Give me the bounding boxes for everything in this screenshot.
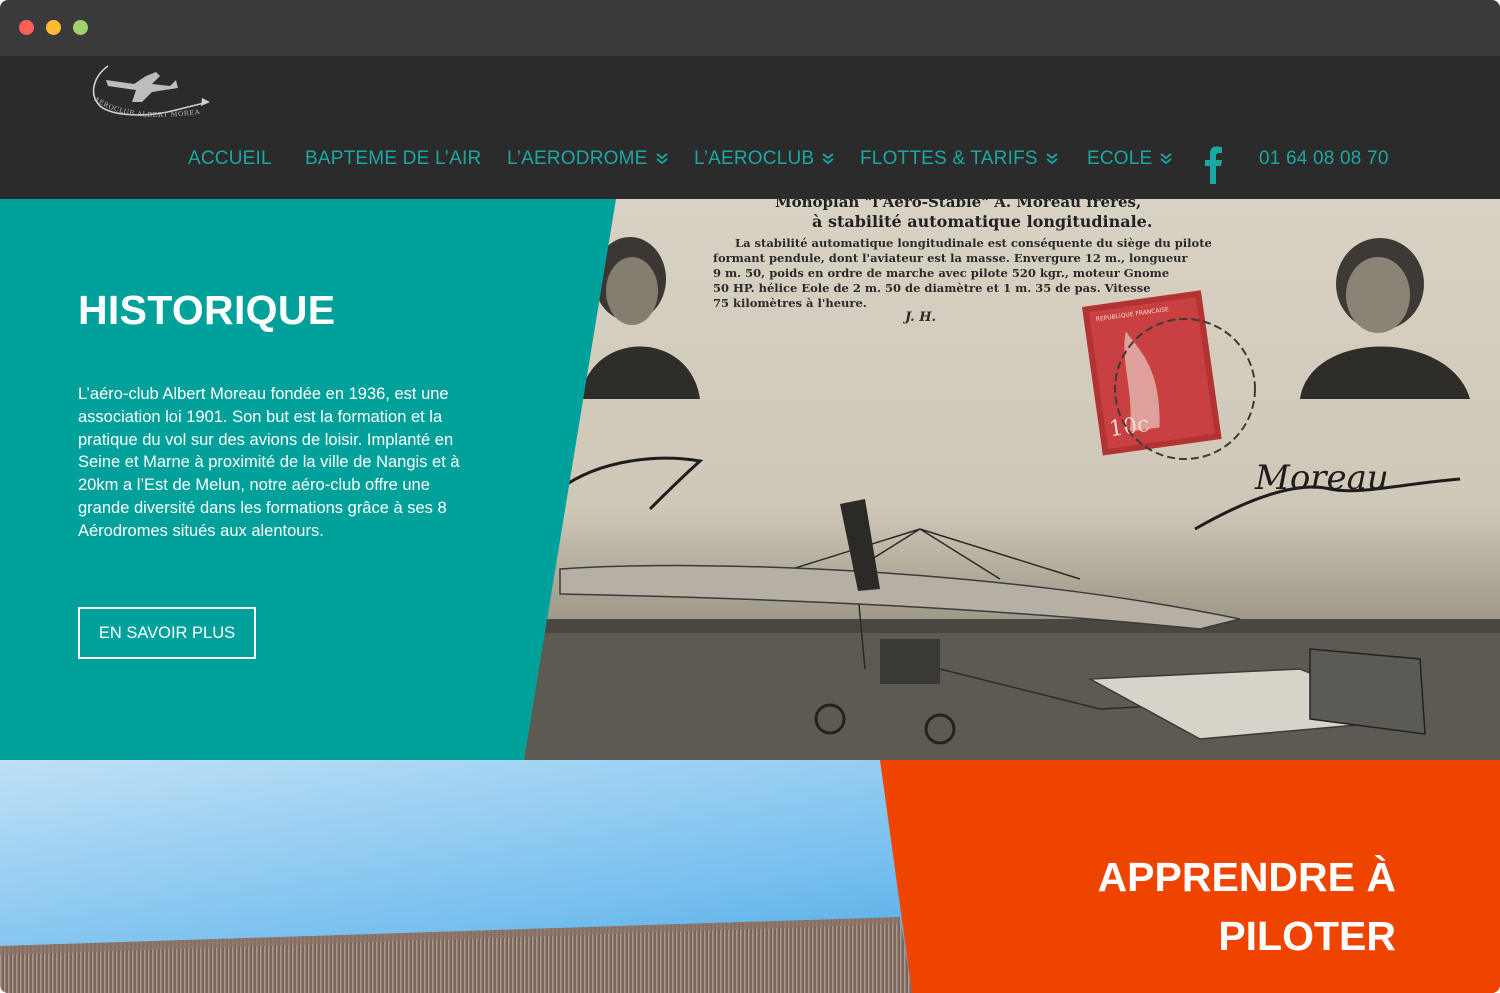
nav-item-label: L’AEROCLUB (694, 148, 815, 169)
historique-description: L’aéro-club Albert Moreau fondée en 1936… (78, 385, 460, 540)
title-line-1: APPRENDRE À (1097, 854, 1396, 900)
apprendre-piloter-section: APPRENDRE À PILOTER (0, 760, 1500, 993)
nav-item-flottes-tarifs[interactable]: FLOTTES & TARIFS (860, 148, 1058, 170)
double-chevron-down-icon (1046, 153, 1058, 165)
apprendre-piloter-title: APPRENDRE À PILOTER (976, 848, 1396, 966)
nav-item-ecole[interactable]: ECOLE (1087, 148, 1172, 170)
nav-item-aeroclub[interactable]: L’AEROCLUB (694, 148, 834, 170)
browser-window: AEROCLUB ALBERT MOREAU ACCUEIL BAPTEME D… (0, 0, 1500, 993)
minimize-window-button[interactable] (46, 20, 61, 35)
window-titlebar (0, 0, 1500, 56)
nav-item-bapteme[interactable]: BAPTEME DE L’AIR (305, 148, 481, 170)
maximize-window-button[interactable] (73, 20, 88, 35)
historique-title: HISTORIQUE (78, 287, 336, 333)
nav-item-label: ECOLE (1087, 148, 1153, 169)
double-chevron-down-icon (822, 153, 834, 165)
nav-item-aerodrome[interactable]: L’AERODROME (507, 148, 668, 170)
double-chevron-down-icon (655, 153, 668, 165)
double-chevron-down-icon (1160, 153, 1172, 165)
en-savoir-plus-button[interactable]: EN SAVOIR PLUS (78, 607, 256, 659)
site-header: AEROCLUB ALBERT MOREAU ACCUEIL BAPTEME D… (0, 52, 1500, 199)
nav-item-accueil[interactable]: ACCUEIL (188, 148, 272, 170)
aeroclub-logo[interactable]: AEROCLUB ALBERT MOREAU (83, 52, 216, 124)
title-line-2: PILOTER (1218, 913, 1396, 959)
nav-item-label: BAPTEME DE L’AIR (305, 148, 482, 169)
nav-item-label: FLOTTES & TARIFS (860, 148, 1038, 169)
facebook-icon[interactable] (1203, 144, 1223, 184)
nav-item-label: L’AERODROME (507, 148, 648, 169)
close-window-button[interactable] (19, 20, 34, 35)
main-nav: ACCUEIL BAPTEME DE L’AIR L’AERODROME L’A… (0, 146, 1500, 184)
phone-number: 01 64 08 08 70 (1259, 148, 1389, 169)
nav-item-label: ACCUEIL (188, 148, 272, 169)
phone-link[interactable]: 01 64 08 08 70 (1259, 148, 1389, 170)
historique-section: Monoplan "l'Aéro-Stable" A. Moreau frère… (0, 199, 1500, 760)
